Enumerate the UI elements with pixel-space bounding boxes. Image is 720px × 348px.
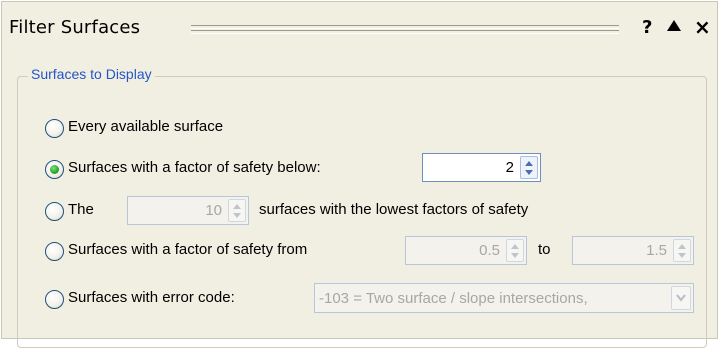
- lowest-count-spinner[interactable]: 10: [127, 196, 249, 225]
- spin-up-icon[interactable]: [678, 244, 686, 249]
- spinner-arrows[interactable]: [506, 239, 524, 262]
- fos-to-spinner[interactable]: 1.5: [572, 236, 694, 265]
- spin-up-icon[interactable]: [525, 161, 533, 166]
- error-code-dropdown[interactable]: -103 = Two surface / slope intersections…: [314, 283, 694, 313]
- spin-up-icon[interactable]: [511, 244, 519, 249]
- chevron-down-icon: [676, 294, 686, 302]
- fos-from-spinner[interactable]: 0.5: [405, 236, 527, 265]
- panel-title-bar[interactable]: Filter Surfaces ? ×: [2, 2, 717, 58]
- radio-lowest-n[interactable]: [45, 202, 64, 221]
- spin-up-icon[interactable]: [233, 204, 241, 209]
- dropdown-button[interactable]: [671, 286, 691, 310]
- label-to: to: [538, 241, 551, 258]
- radio-fos-below[interactable]: [45, 160, 64, 179]
- spinner-arrows[interactable]: [520, 156, 538, 179]
- error-code-value: -103 = Two surface / slope intersections…: [319, 290, 588, 307]
- close-button[interactable]: ×: [694, 15, 711, 39]
- help-button[interactable]: ?: [642, 17, 652, 38]
- label-the: The: [68, 201, 94, 218]
- spin-down-icon[interactable]: [525, 170, 533, 175]
- lowest-count-value: 10: [205, 202, 222, 219]
- label-fos-below: Surfaces with a factor of safety below:: [68, 159, 321, 176]
- fos-below-spinner[interactable]: 2: [422, 153, 541, 182]
- radio-selected-dot: [50, 165, 59, 174]
- fos-below-value: 2: [505, 159, 514, 176]
- fos-from-value: 0.5: [479, 242, 500, 259]
- spin-down-icon[interactable]: [678, 253, 686, 258]
- label-lowest-fos: surfaces with the lowest factors of safe…: [259, 201, 529, 218]
- radio-fos-range[interactable]: [45, 242, 64, 261]
- label-fos-range: Surfaces with a factor of safety from: [68, 241, 308, 258]
- spinner-arrows[interactable]: [228, 199, 246, 222]
- collapse-triangle-icon[interactable]: [667, 20, 681, 31]
- fos-to-value: 1.5: [646, 242, 667, 259]
- radio-every-surface[interactable]: [45, 119, 64, 138]
- spin-down-icon[interactable]: [233, 213, 241, 218]
- group-legend: Surfaces to Display: [28, 66, 155, 82]
- radio-error-code[interactable]: [45, 290, 64, 309]
- drag-grip[interactable]: [191, 24, 619, 35]
- label-every-surface: Every available surface: [68, 118, 224, 135]
- spinner-arrows[interactable]: [673, 239, 691, 262]
- spin-down-icon[interactable]: [511, 253, 519, 258]
- panel-title: Filter Surfaces: [9, 17, 141, 38]
- label-error-code: Surfaces with error code:: [68, 289, 235, 306]
